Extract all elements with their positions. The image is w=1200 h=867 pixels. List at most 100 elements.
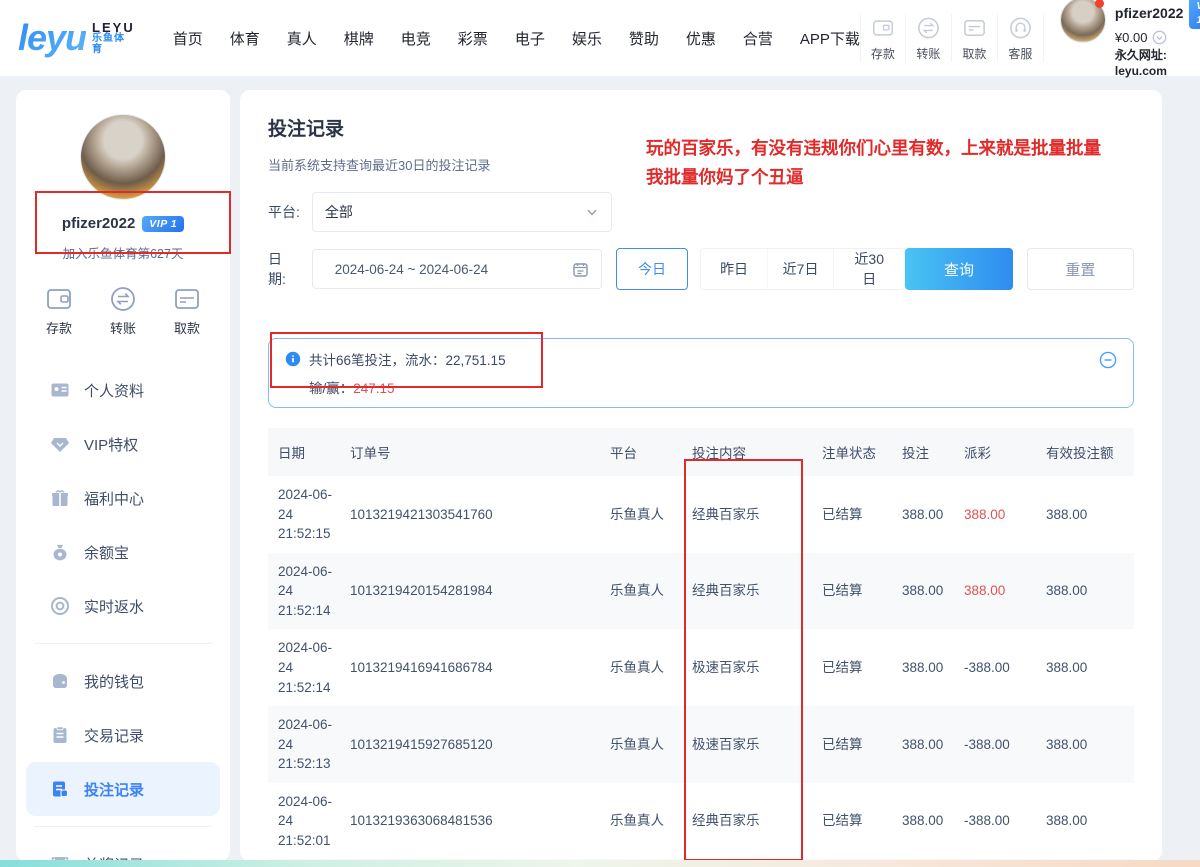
leyu-logo[interactable]: leyu LEYU 乐鱼体育 (18, 17, 135, 59)
platform-label: 平台: (268, 202, 300, 222)
profile-avatar[interactable] (80, 114, 166, 200)
nav-chess[interactable]: 棋牌 (344, 28, 374, 49)
cell-valid-amount: 388.00 (1036, 783, 1134, 860)
platform-select[interactable]: 全部 (312, 192, 612, 232)
sidebar-item-transactions[interactable]: 交易记录 (26, 708, 220, 762)
col-platform: 平台 (600, 428, 682, 476)
cell-platform: 乐鱼真人 (600, 553, 682, 630)
cell-status: 已结算 (812, 629, 892, 706)
cell-bet-amount: 388.00 (892, 553, 954, 630)
betting-records-panel: 投注记录 当前系统支持查询最近30日的投注记录 平台: 全部 日期: 2024-… (240, 90, 1162, 861)
cell-status: 已结算 (812, 476, 892, 553)
range-today-button[interactable]: 今日 (616, 248, 688, 290)
cell-status: 已结算 (812, 706, 892, 783)
nav-app-download[interactable]: APP下载 (800, 28, 860, 49)
reset-button[interactable]: 重置 (1027, 248, 1134, 290)
vip-diamond-icon (50, 434, 70, 454)
cell-date: 2024-06-2421:52:15 (268, 476, 340, 553)
betting-records-icon (50, 779, 70, 799)
cell-valid-amount: 388.00 (1036, 553, 1134, 630)
table-row: 2024-06-2421:52:141013219416941686784乐鱼真… (268, 629, 1134, 706)
sidebar-item-welfare[interactable]: 福利中心 (26, 471, 220, 525)
sidebar-withdraw-button[interactable]: 取款 (172, 286, 202, 337)
bottom-gradient-bar (0, 860, 1200, 867)
avatar[interactable] (1060, 0, 1106, 43)
cell-bet-content: 经典百家乐 (682, 476, 812, 553)
sidebar-item-yuebao[interactable]: 余额宝 (26, 525, 220, 579)
nav-esports[interactable]: 电竞 (401, 28, 431, 49)
col-payout: 派彩 (954, 428, 1036, 476)
cell-date: 2024-06-2421:52:14 (268, 553, 340, 630)
nav-sports[interactable]: 体育 (230, 28, 260, 49)
nav-entertainment[interactable]: 娱乐 (572, 28, 602, 49)
col-content: 投注内容 (682, 428, 812, 476)
cell-payout: 388.00 (954, 553, 1036, 630)
sidebar-item-betting-records[interactable]: 投注记录 (26, 762, 220, 816)
date-label: 日期: (268, 249, 300, 289)
range-30days-button[interactable]: 近30日 (833, 249, 904, 289)
deposit-button[interactable]: 存款 (860, 14, 906, 62)
summary-box: 共计66笔投注，流水：22,751.15 输/赢：247.15 (268, 338, 1134, 408)
cell-bet-amount: 388.00 (892, 476, 954, 553)
sidebar-transfer-button[interactable]: 转账 (109, 286, 137, 337)
support-button[interactable]: 客服 (998, 14, 1044, 62)
logo-wordmark: leyu (18, 17, 86, 59)
logo-subtext: LEYU 乐鱼体育 (92, 21, 135, 56)
platform-selected-value: 全部 (325, 202, 353, 222)
sidebar-item-wallet[interactable]: 我的钱包 (26, 654, 220, 708)
clipboard-icon (50, 725, 70, 745)
nav-home[interactable]: 首页 (173, 28, 203, 49)
winloss-value: 247.15 (353, 381, 394, 396)
user-account-block[interactable]: pfizer2022 VIP 1 ¥0.00 永久网址: leyu.com (1060, 0, 1200, 79)
nav-live[interactable]: 真人 (287, 28, 317, 49)
sidebar-item-redeem-records[interactable]: 兑奖记录 (26, 837, 220, 861)
calendar-icon (572, 261, 589, 278)
top-header: leyu LEYU 乐鱼体育 首页 体育 真人 棋牌 电竞 彩票 电子 娱乐 赞… (0, 0, 1200, 76)
nav-lottery[interactable]: 彩票 (458, 28, 488, 49)
date-range-input[interactable]: 2024-06-24 ~ 2024-06-24 (312, 249, 602, 289)
search-button[interactable]: 查询 (905, 248, 1012, 290)
sidebar-menu: 个人资料 VIP特权 福利中心 余额宝 实时返水 我的钱包 交易记录 (16, 363, 230, 861)
col-valid-amount: 有效投注额 (1036, 428, 1134, 476)
table-row: 2024-06-2421:52:011013219363068481536乐鱼真… (268, 783, 1134, 860)
sidebar-deposit-button[interactable]: 存款 (44, 286, 74, 337)
range-7days-button[interactable]: 近7日 (767, 249, 833, 289)
money-pouch-icon (50, 542, 70, 562)
cell-payout: -388.00 (954, 783, 1036, 860)
join-days-text: 加入乐鱼体育第627天 (16, 243, 230, 262)
col-status: 注单状态 (812, 428, 892, 476)
balance-dropdown-icon[interactable] (1152, 30, 1167, 45)
transfer-button[interactable]: 转账 (906, 14, 952, 62)
sidebar-item-profile[interactable]: 个人资料 (26, 363, 220, 417)
deposit-card-icon (871, 14, 895, 42)
range-yesterday-button[interactable]: 昨日 (701, 249, 767, 289)
cell-payout: 388.00 (954, 476, 1036, 553)
profile-vip-badge: VIP 1 (142, 216, 184, 232)
cell-bet-amount: 388.00 (892, 629, 954, 706)
col-order: 订单号 (340, 428, 600, 476)
transfer-icon (916, 14, 941, 42)
nav-slots[interactable]: 电子 (515, 28, 545, 49)
username: pfizer2022 (1115, 4, 1183, 23)
cell-platform: 乐鱼真人 (600, 476, 682, 553)
customer-service-icon (1008, 14, 1033, 42)
cell-platform: 乐鱼真人 (600, 783, 682, 860)
table-header-row: 日期 订单号 平台 投注内容 注单状态 投注 派彩 有效投注额 (268, 428, 1134, 476)
cell-bet-content: 极速百家乐 (682, 706, 812, 783)
collapse-minus-icon[interactable] (1099, 351, 1117, 369)
nav-partner[interactable]: 合营 (743, 28, 773, 49)
wallet-icon (50, 671, 70, 691)
cell-valid-amount: 388.00 (1036, 629, 1134, 706)
nav-promo[interactable]: 优惠 (686, 28, 716, 49)
sidebar-item-vip[interactable]: VIP特权 (26, 417, 220, 471)
col-date: 日期 (268, 428, 340, 476)
header-quick-actions: 存款 转账 取款 客服 (860, 14, 1044, 62)
nav-sponsor[interactable]: 赞助 (629, 28, 659, 49)
sidebar-item-rebate[interactable]: 实时返水 (26, 579, 220, 633)
cell-status: 已结算 (812, 553, 892, 630)
cell-order-number: 1013219415927685120 (340, 706, 600, 783)
vip-badge: VIP 1 (1189, 0, 1200, 29)
summary-total-text: 共计66笔投注，流水：22,751.15 (309, 349, 506, 369)
cell-platform: 乐鱼真人 (600, 706, 682, 783)
withdraw-button[interactable]: 取款 (952, 14, 998, 62)
